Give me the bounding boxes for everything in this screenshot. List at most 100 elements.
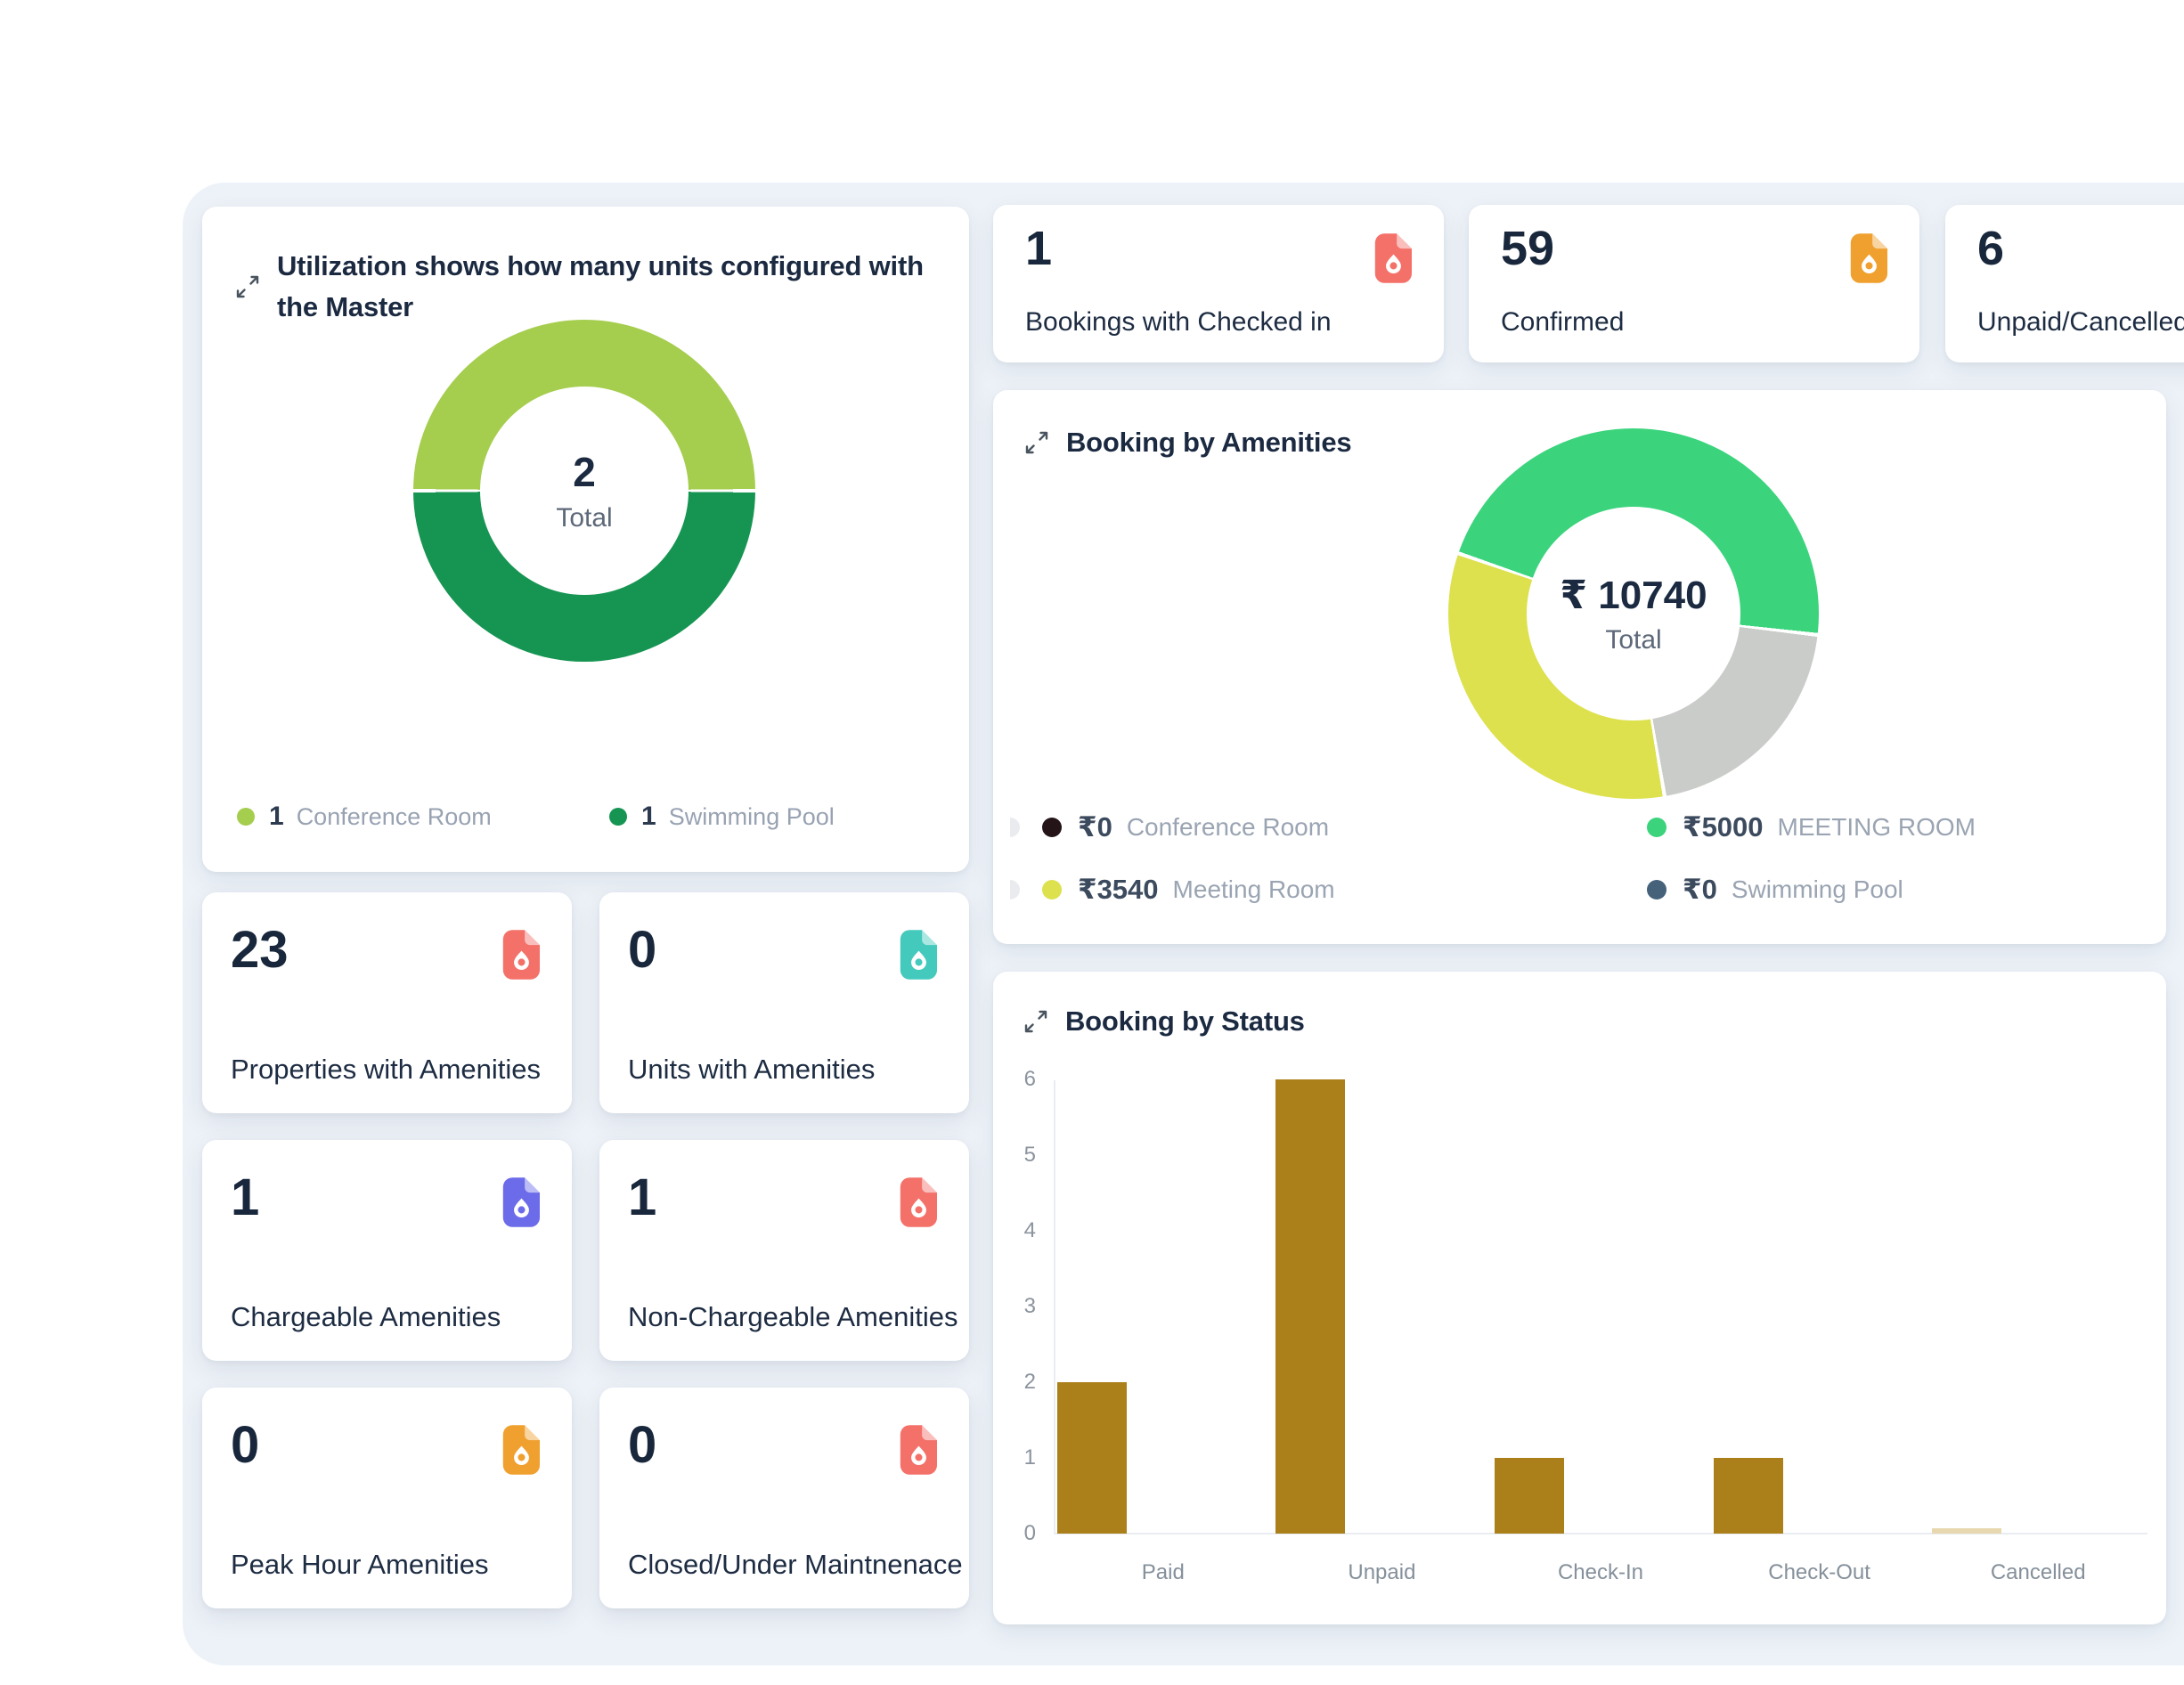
- bar-check-in: [1495, 1458, 1564, 1534]
- expand-icon[interactable]: [1023, 429, 1050, 456]
- expand-icon[interactable]: [234, 273, 261, 300]
- stat-value: 1: [1025, 219, 1052, 278]
- utilization-legend: 1 Conference Room 1 Swimming Pool: [237, 802, 835, 832]
- stat-card-unpaid-cancelled: 6 Unpaid/Cancelled: [1945, 205, 2184, 362]
- y-axis-tick-6: 6: [1000, 1066, 1036, 1093]
- stat-value: 6: [1977, 219, 2004, 278]
- legend-label: Conference Room: [1127, 813, 1329, 842]
- legend-item: ₹0 Swimming Pool: [1647, 870, 2155, 909]
- x-axis-label-unpaid: Unpaid: [1284, 1559, 1479, 1586]
- mini-card-non-chargeable-amenities: 1 Non-Chargeable Amenities: [599, 1140, 969, 1361]
- legend-dot: [1042, 880, 1062, 899]
- booking-by-amenities-card: Booking by Amenities ₹ 10740 Total ₹0 Co…: [993, 390, 2166, 944]
- file-icon: [896, 930, 937, 980]
- legend-value: ₹5000: [1683, 811, 1764, 843]
- legend-dot: [1647, 818, 1667, 837]
- mini-card-label: Units with Amenities: [628, 1053, 875, 1087]
- y-axis-tick-4: 4: [1000, 1217, 1036, 1244]
- bar-cancelled: [1932, 1528, 2001, 1534]
- legend-dot: [237, 808, 255, 826]
- legend-label: Swimming Pool: [1732, 875, 1903, 904]
- mini-card-closed-under-maintenance: 0 Closed/Under Maintnenace: [599, 1388, 969, 1608]
- utilization-card-header: Utilization shows how many units configu…: [234, 246, 940, 328]
- x-axis-label-paid: Paid: [1065, 1559, 1261, 1586]
- clipped-legend-dot: [1010, 818, 1020, 837]
- stat-card-bookings-checked-in: 1 Bookings with Checked in: [993, 205, 1444, 362]
- utilization-card-title: Utilization shows how many units configu…: [277, 246, 940, 328]
- mini-card-value: 23: [231, 921, 289, 980]
- status-bar-chart: 0 1 2 3 4 5 6 Paid Unpaid Check-In Check-Out Cancel…: [993, 972, 2166, 1624]
- legend-value: ₹3540: [1078, 874, 1159, 906]
- file-icon: [1846, 233, 1887, 283]
- amenities-donut-chart: ₹ 10740 Total: [1448, 428, 1819, 799]
- mini-card-value: 0: [628, 1416, 656, 1475]
- legend-item: ₹0 Conference Room: [1042, 808, 1647, 847]
- donut-total-value: ₹ 10740: [1560, 573, 1707, 618]
- stat-card-confirmed: 59 Confirmed: [1469, 205, 1919, 362]
- y-axis-line: [1054, 1080, 1055, 1534]
- donut-center: ₹ 10740 Total: [1527, 507, 1740, 720]
- x-axis-label-cancelled: Cancelled: [1940, 1559, 2136, 1586]
- legend-label: MEETING ROOM: [1778, 813, 1976, 842]
- mini-card-label: Properties with Amenities: [231, 1053, 541, 1087]
- mini-card-grid: 23 Properties with Amenities 0 Units wit…: [202, 892, 969, 1608]
- mini-card-chargeable-amenities: 1 Chargeable Amenities: [202, 1140, 572, 1361]
- mini-card-units-with-amenities: 0 Units with Amenities: [599, 892, 969, 1113]
- stat-label: Confirmed: [1501, 305, 1624, 340]
- amenities-legend: ₹0 Conference Room ₹5000 MEETING ROOM ₹3…: [1042, 808, 2155, 909]
- mini-card-properties-with-amenities: 23 Properties with Amenities: [202, 892, 572, 1113]
- x-axis-label-check-out: Check-Out: [1722, 1559, 1918, 1586]
- y-axis-tick-5: 5: [1000, 1142, 1036, 1168]
- bar-unpaid: [1275, 1079, 1345, 1534]
- file-icon: [499, 1177, 540, 1227]
- y-axis-tick-0: 0: [1000, 1520, 1036, 1547]
- mini-card-label: Closed/Under Maintnenace: [628, 1548, 963, 1582]
- legend-label: Meeting Room: [1173, 875, 1335, 904]
- mini-card-value: 0: [628, 921, 656, 980]
- file-icon: [896, 1425, 937, 1475]
- legend-value: 1: [269, 802, 284, 832]
- mini-card-label: Non-Chargeable Amenities: [628, 1300, 958, 1334]
- file-icon: [1371, 233, 1412, 283]
- stat-value: 59: [1501, 219, 1554, 278]
- legend-label: Swimming Pool: [669, 803, 835, 831]
- mini-card-peak-hour-amenities: 0 Peak Hour Amenities: [202, 1388, 572, 1608]
- file-icon: [499, 1425, 540, 1475]
- bar-paid: [1057, 1382, 1127, 1534]
- legend-item: 1 Swimming Pool: [609, 802, 835, 832]
- legend-dot: [1647, 880, 1667, 899]
- booking-by-status-card: Booking by Status 0123456PaidUnpaidCheck…: [993, 972, 2166, 1624]
- legend-value: 1: [641, 802, 656, 832]
- mini-card-label: Chargeable Amenities: [231, 1300, 501, 1334]
- y-axis-tick-1: 1: [1000, 1445, 1036, 1471]
- bar-check-out: [1714, 1458, 1783, 1534]
- utilization-card: Utilization shows how many units configu…: [202, 207, 969, 872]
- y-axis-tick-3: 3: [1000, 1293, 1036, 1320]
- donut-center: 2 Total: [480, 387, 689, 595]
- amenities-card-title: Booking by Amenities: [1066, 422, 1351, 463]
- legend-dot: [609, 808, 627, 826]
- donut-total-label: Total: [1605, 625, 1661, 655]
- legend-dot: [1042, 818, 1062, 837]
- legend-label: Conference Room: [297, 803, 492, 831]
- utilization-donut-chart: 2 Total: [413, 320, 755, 662]
- donut-total-value: 2: [573, 448, 596, 496]
- legend-value: ₹0: [1078, 811, 1112, 843]
- mini-card-value: 0: [231, 1416, 259, 1475]
- stat-label: Bookings with Checked in: [1025, 305, 1332, 340]
- legend-item: 1 Conference Room: [237, 802, 609, 832]
- file-icon: [896, 1177, 937, 1227]
- amenities-card-header: Booking by Amenities: [1023, 422, 1351, 463]
- clipped-legend-dot: [1010, 880, 1020, 899]
- mini-card-value: 1: [231, 1168, 259, 1227]
- legend-item: ₹3540 Meeting Room: [1042, 870, 1647, 909]
- mini-card-value: 1: [628, 1168, 656, 1227]
- donut-total-label: Total: [556, 503, 612, 533]
- stat-label: Unpaid/Cancelled: [1977, 305, 2184, 340]
- x-axis-label-check-in: Check-In: [1503, 1559, 1699, 1586]
- mini-card-label: Peak Hour Amenities: [231, 1548, 488, 1582]
- legend-item: ₹5000 MEETING ROOM: [1647, 808, 2155, 847]
- y-axis-tick-2: 2: [1000, 1369, 1036, 1396]
- legend-value: ₹0: [1683, 874, 1717, 906]
- file-icon: [499, 930, 540, 980]
